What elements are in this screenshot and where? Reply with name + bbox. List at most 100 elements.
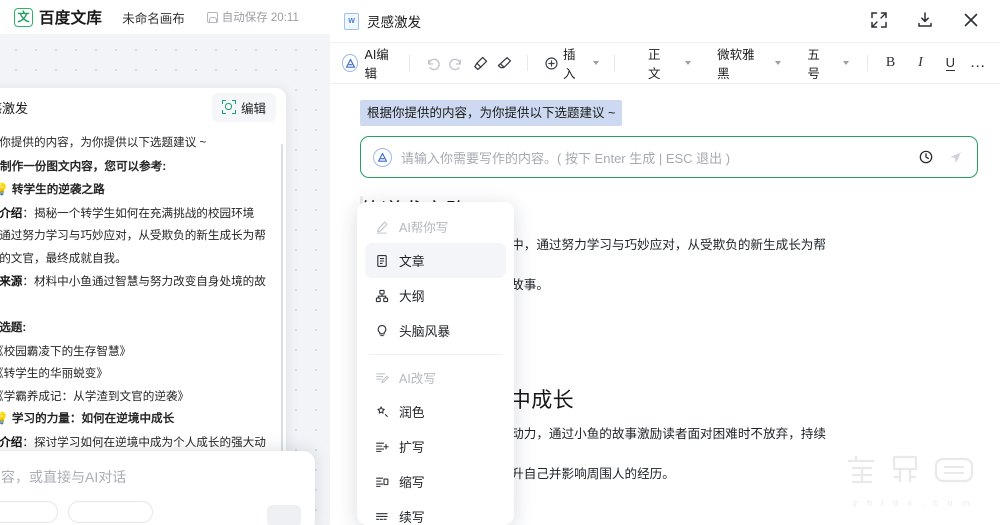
paragraph-style-select[interactable]: 正文	[647, 44, 692, 82]
menu-item-label: 缩写	[399, 475, 425, 490]
menu-group-header-ai-write: AI帮你写	[365, 210, 506, 243]
toolbar-divider	[614, 55, 615, 71]
wenku-document-name[interactable]: 未命名画布	[122, 8, 185, 27]
left-chat-chip[interactable]	[0, 501, 58, 523]
menu-item-shrink[interactable]: 缩写	[365, 464, 506, 499]
toolbar-divider	[866, 55, 868, 71]
left-chat-placeholder[interactable]: 的内容，或直接与AI对话	[0, 467, 299, 487]
save-cloud-icon	[206, 11, 218, 23]
menu-item-label: 大纲	[399, 289, 425, 304]
word-document-icon: W	[344, 12, 359, 30]
rewrite-icon	[374, 370, 390, 386]
ai-suggestion-bubble: 根据你提供的内容，为你提供以下选题建议 ~	[360, 100, 623, 126]
topic-2-title: 学习的力量：如何在逆境中成长	[11, 412, 175, 425]
inspiration-edit-label: 编辑	[240, 101, 266, 116]
menu-item-outline[interactable]: 大纲	[365, 278, 506, 313]
ai-prompt-placeholder: 请输入你需要写作的内容。( 按下 Enter 生成 | ESC 退出 )	[401, 150, 731, 166]
pencil-icon	[374, 219, 390, 235]
menu-item-label: 续写	[399, 510, 425, 525]
menu-item-expand[interactable]: 扩写	[365, 429, 506, 464]
lightbulb-icon: 💡	[0, 412, 9, 425]
editor-toolbar: AI编辑 插入 正文 微软雅黑 五号 B I U …	[330, 43, 1000, 83]
close-icon[interactable]	[962, 11, 982, 31]
inspiration-section-heading: 制作一份图文内容，您可以参考:	[0, 156, 270, 179]
topic-2-intro-label: 选题介绍	[0, 435, 23, 449]
menu-item-label: 扩写	[399, 440, 425, 455]
inspiration-edit-button[interactable]: 编辑	[211, 92, 276, 122]
chevron-down-icon	[842, 61, 849, 65]
expand-text-icon	[374, 439, 390, 455]
topic-1-source: 灵感来源：材料中小鱼通过智慧与努力改变自身处境的故事。	[0, 271, 270, 316]
list-item: 《转学生的华丽蜕变》	[0, 363, 270, 386]
ai-logo-icon	[342, 54, 359, 72]
sparkle-icon	[374, 404, 390, 420]
font-size-select[interactable]: 五号	[807, 44, 849, 82]
inspiration-card-title: 灵感激发	[0, 100, 29, 116]
inspiration-card-header: 灵感激发 编辑	[0, 88, 286, 126]
lightbulb-icon: 💡	[0, 183, 9, 196]
topic-1-similar-label: 相似选题:	[0, 321, 27, 334]
panel-title: 灵感激发	[367, 15, 421, 30]
list-item: 《学霸养成记：从学渣到文官的逆袭》	[0, 386, 270, 409]
menu-item-label: 润色	[399, 405, 425, 420]
wenku-dotted-canvas[interactable]: 灵感激发 编辑 根据你提供的内容，为你提供以下选题建议 ~ 制作一份图文内容，您…	[0, 34, 330, 525]
list-item: 《校园霸凌下的生存智慧》	[0, 341, 270, 364]
outline-icon	[374, 288, 390, 304]
chevron-down-icon	[685, 61, 692, 65]
download-icon[interactable]	[916, 11, 936, 31]
ai-logo-icon	[373, 147, 392, 167]
insert-label: 插入	[562, 48, 576, 81]
clear-format-icon[interactable]	[492, 50, 516, 76]
topic-1-source-label: 灵感来源	[0, 275, 23, 288]
document-icon	[374, 253, 390, 269]
topic-1-title: 转学生的逆袭之路	[11, 183, 105, 196]
toolbar-divider	[527, 55, 529, 71]
inspiration-scrollbar[interactable]	[280, 144, 283, 474]
topic-1-source-text: ：材料中小鱼通过智慧与努力改变自身处境的故事。	[22, 275, 266, 288]
font-family-value: 微软雅黑	[717, 48, 755, 81]
topic-1-intro-label: 选题介绍	[0, 206, 23, 220]
italic-button[interactable]: I	[908, 50, 932, 76]
continue-text-icon	[374, 509, 390, 525]
menu-group-label: AI帮你写	[399, 221, 449, 235]
font-family-select[interactable]: 微软雅黑	[717, 44, 782, 82]
underline-button[interactable]: U	[938, 50, 962, 76]
menu-item-continue[interactable]: 续写	[365, 499, 506, 525]
menu-item-label: 头脑风暴	[399, 324, 451, 339]
wenku-autosave-status: 自动保存 20:11	[206, 9, 299, 25]
bold-button[interactable]: B	[879, 50, 903, 76]
send-icon[interactable]	[948, 149, 965, 166]
menu-separator	[369, 354, 502, 355]
italic-label: I	[918, 55, 923, 70]
plus-circle-icon	[543, 54, 559, 72]
menu-item-brainstorm[interactable]: 头脑风暴	[365, 313, 506, 348]
wenku-logo-icon: 文	[14, 7, 33, 27]
scan-edit-icon	[221, 100, 236, 114]
inspiration-intro: 根据你提供的内容，为你提供以下选题建议 ~	[0, 136, 207, 149]
app-root: 文 百度文库 未命名画布 自动保存 20:11 灵感激发 编辑 根	[0, 0, 1000, 525]
font-size-value: 五号	[807, 48, 820, 81]
topic-2-heading: 二)💡学习的力量：如何在逆境中成长	[0, 408, 270, 431]
topic-1-intro-text: ：揭秘一个转学生如何在充满挑战的校园环境中，通过努力学习与巧妙应对，从受欺负的新…	[0, 206, 266, 265]
more-options-button[interactable]: …	[966, 50, 990, 76]
ai-prompt-input[interactable]: 请输入你需要写作的内容。( 按下 Enter 生成 | ESC 退出 )	[360, 136, 978, 178]
topic-1-heading: 一)💡转学生的逆袭之路	[0, 179, 270, 202]
menu-item-polish[interactable]: 润色	[365, 394, 506, 429]
left-chat-chip[interactable]	[68, 501, 153, 523]
left-chat-chip-row	[0, 501, 299, 523]
more-label: …	[969, 54, 987, 71]
undo-icon[interactable]	[421, 50, 445, 76]
clock-icon[interactable]	[918, 149, 934, 165]
menu-item-article[interactable]: 文章	[365, 243, 506, 278]
left-chat-send-button[interactable]	[267, 505, 301, 525]
chevron-down-icon	[775, 61, 782, 65]
ai-edit-button[interactable]: AI编辑	[342, 44, 398, 82]
left-chat-card: 的内容，或直接与AI对话	[0, 451, 315, 525]
paragraph-style-value: 正文	[647, 48, 661, 81]
shrink-text-icon	[374, 474, 390, 490]
redo-icon[interactable]	[445, 50, 469, 76]
autosave-label: 自动保存 20:11	[221, 12, 299, 24]
format-painter-icon[interactable]	[468, 50, 492, 76]
insert-menu-button[interactable]: 插入	[539, 44, 603, 82]
expand-icon[interactable]	[870, 11, 890, 31]
